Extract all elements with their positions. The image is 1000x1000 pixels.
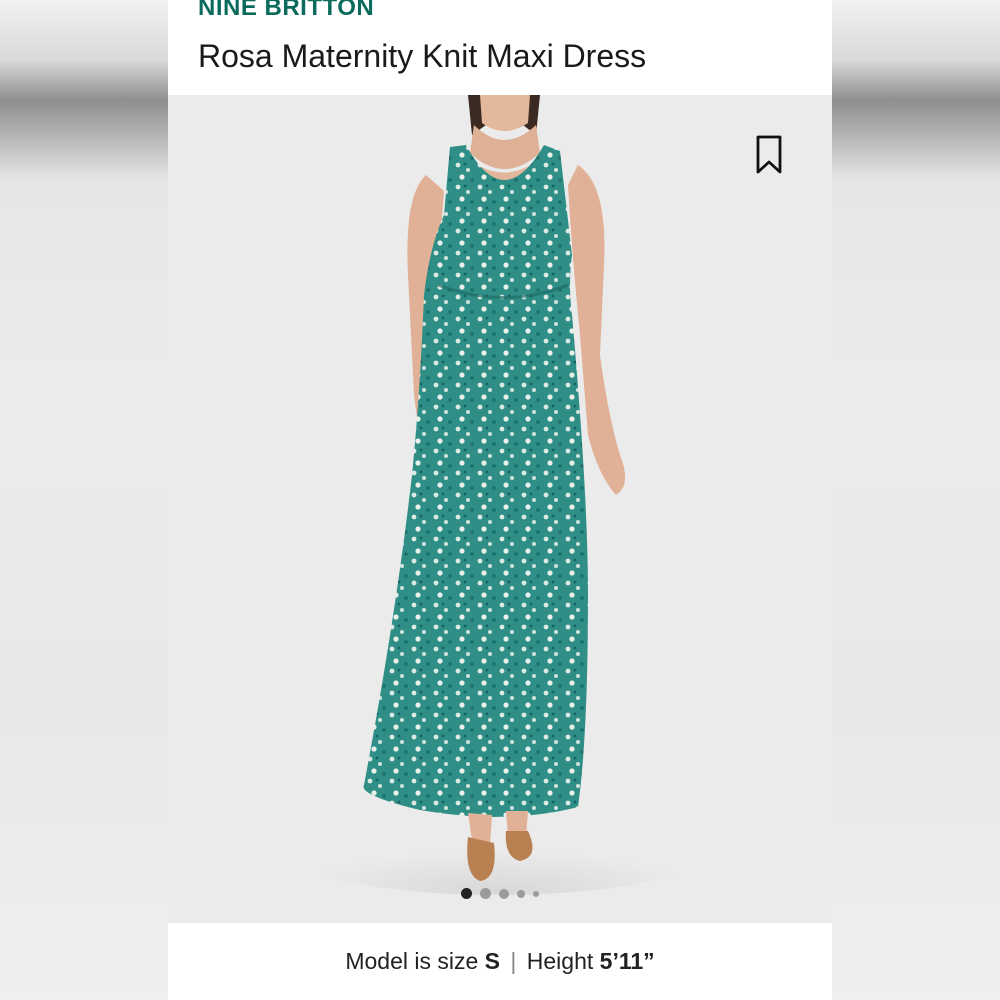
- model-size-label: Model is size: [345, 948, 479, 974]
- blurred-background-left: [0, 0, 168, 1000]
- carousel-dot-2[interactable]: [480, 888, 491, 899]
- product-title: Rosa Maternity Knit Maxi Dress: [198, 38, 647, 74]
- model-height-value: 5’11”: [599, 948, 655, 974]
- blurred-background-right: [832, 0, 1000, 1000]
- bookmark-icon[interactable]: [754, 135, 784, 175]
- carousel-dot-5[interactable]: [533, 890, 539, 897]
- brand-name[interactable]: NINE BRITTON: [198, 0, 374, 22]
- product-photo: [168, 95, 832, 923]
- model-height-label: Height: [526, 948, 594, 974]
- carousel-dot-3[interactable]: [499, 888, 509, 899]
- caption-separator: |: [510, 948, 517, 974]
- carousel-dot-4[interactable]: [517, 889, 525, 898]
- product-card: NINE BRITTON Rosa Maternity Knit Maxi Dr…: [168, 0, 832, 1000]
- product-image-carousel[interactable]: [168, 95, 832, 923]
- carousel-pagination[interactable]: [168, 888, 832, 899]
- model-size-value: S: [484, 948, 501, 974]
- model-info: Model is size S | Height 5’11”: [168, 948, 832, 975]
- carousel-dot-1[interactable]: [461, 888, 472, 899]
